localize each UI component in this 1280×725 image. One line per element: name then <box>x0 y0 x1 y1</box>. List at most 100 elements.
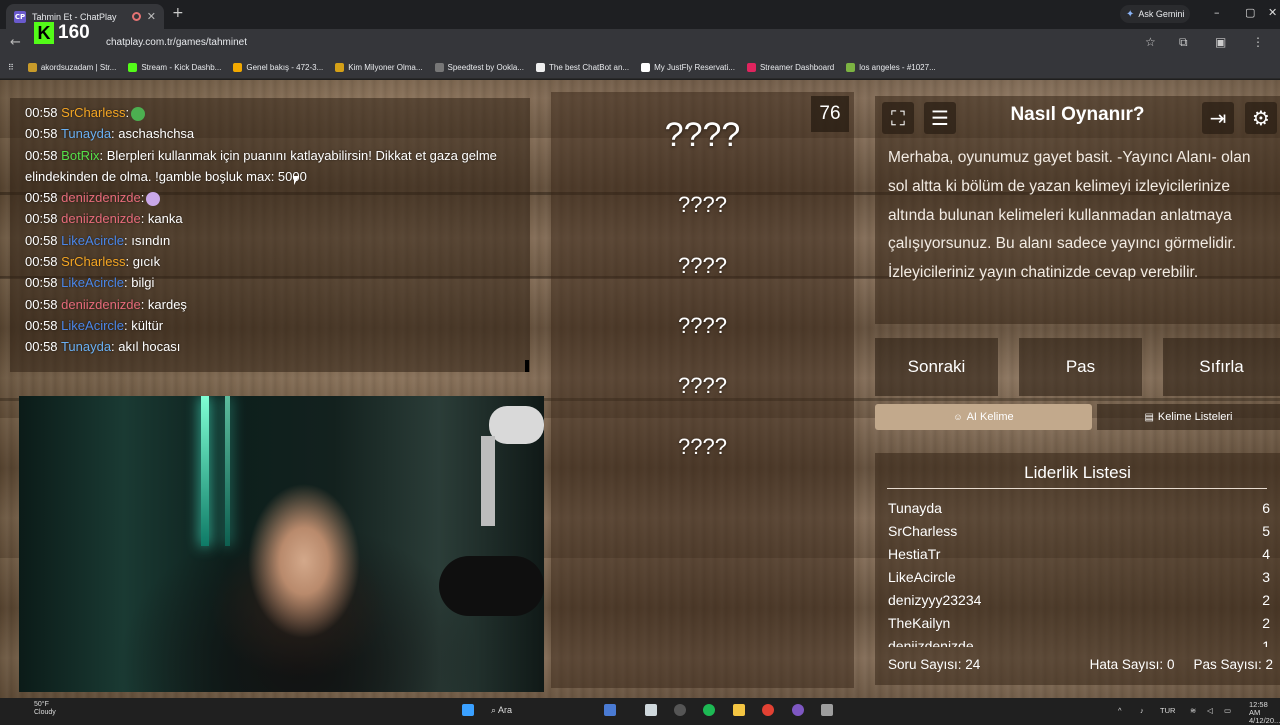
spotify-icon[interactable] <box>703 704 715 716</box>
chat-username[interactable]: deniizdenizde <box>61 211 141 226</box>
chat-username[interactable]: SrCharless <box>61 105 125 120</box>
leaderboard-score: 1 <box>1262 638 1270 647</box>
chat-username[interactable]: LikeAcircle <box>61 233 124 248</box>
live-app-icon[interactable] <box>821 704 833 716</box>
new-tab-button[interactable]: + <box>172 5 184 21</box>
chat-username[interactable]: deniizdenizde <box>61 297 141 312</box>
bookmark-item[interactable]: My JustFly Reservati... <box>641 63 735 72</box>
chat-scrollbar[interactable] <box>525 360 529 372</box>
leaderboard-stats: Soru Sayısı: 24 Hata Sayısı: 0 Pas Sayıs… <box>888 657 1273 672</box>
tab-ai-word-label: AI Kelime <box>966 411 1014 423</box>
weather-widget[interactable]: 50°F Cloudy <box>34 701 56 717</box>
bookmark-item[interactable]: Streamer Dashboard <box>746 63 834 72</box>
exit-icon[interactable]: ⇥ <box>1202 102 1234 134</box>
leaderboard-title: Liderlik Listesi <box>1024 463 1131 482</box>
microphone-icon[interactable]: ♪ <box>1140 706 1144 715</box>
taskbar-search[interactable]: ⌕ Ara <box>491 705 512 716</box>
bookmark-item[interactable]: Kim Milyoner Olma... <box>335 63 423 72</box>
chat-username[interactable]: LikeAcircle <box>61 318 124 333</box>
reset-button[interactable]: Sıfırla <box>1163 338 1280 396</box>
chat-timestamp: 00:58 <box>25 275 58 291</box>
close-window-icon[interactable]: ✕ <box>1268 6 1277 19</box>
tab-ai-word[interactable]: ☺ AI Kelime <box>875 404 1092 430</box>
settings-gear-icon[interactable]: ⚙ <box>1245 102 1277 134</box>
bookmark-item[interactable]: Genel bakış - 472-3... <box>233 63 323 72</box>
tab-word-lists[interactable]: ▤ Kelime Listeleri <box>1097 404 1280 430</box>
bookmark-star-icon[interactable]: ☆ <box>1145 35 1156 49</box>
clock-time: 12:58 AM <box>1249 700 1268 717</box>
minimize-icon[interactable]: – <box>1214 6 1220 19</box>
chat-text: : ısındın <box>124 232 171 248</box>
error-count: Hata Sayısı: 0 <box>1089 657 1175 672</box>
leaderboard-name: LikeAcircle <box>888 569 956 585</box>
windows-start-icon[interactable] <box>462 704 474 716</box>
ask-gemini-label: Ask Gemini <box>1138 9 1185 19</box>
tab-title: Tahmin Et - ChatPlay <box>32 11 117 22</box>
app-icon[interactable] <box>792 704 804 716</box>
volume-icon[interactable]: ◁ <box>1207 706 1213 715</box>
back-icon[interactable]: ← <box>10 35 21 50</box>
chat-message: 00:58 deniizdenizde: kardeş <box>25 294 530 315</box>
menu-kebab-icon[interactable]: ⋮ <box>1252 35 1264 49</box>
chat-username[interactable]: LikeAcircle <box>61 275 124 290</box>
pass-count: Pas Sayısı: 2 <box>1193 657 1273 672</box>
bookmark-item[interactable]: Speedtest by Ookla... <box>434 63 524 72</box>
chat-username[interactable]: BotRix <box>61 148 99 163</box>
chat-message: 00:58 LikeAcircle: ısındın <box>25 230 530 251</box>
kick-viewer-overlay: K 160 <box>34 22 90 44</box>
file-explorer-icon[interactable] <box>733 704 745 716</box>
document-icon[interactable]: ☰ <box>924 102 956 134</box>
bookmark-item[interactable]: The best ChatBot an... <box>536 63 629 72</box>
leaderboard-row: HestiaTr 4 <box>888 543 1270 566</box>
url-field[interactable]: chatplay.com.tr/games/tahminet <box>106 37 247 48</box>
chrome-icon[interactable] <box>762 704 774 716</box>
app-icon[interactable] <box>674 704 686 716</box>
sidepanel-icon[interactable]: ▣ <box>1215 35 1226 49</box>
pass-button[interactable]: Pas <box>1019 338 1142 396</box>
leaderboard-row: deniizdenizde 1 <box>888 635 1270 647</box>
language-indicator[interactable]: TUR <box>1160 706 1175 715</box>
leaderboard-score: 2 <box>1262 592 1270 608</box>
bookmark-item[interactable]: los angeles - #1027... <box>846 63 936 72</box>
bookmark-item[interactable]: akordsuzadam | Str... <box>27 63 116 72</box>
leaderboard-list[interactable]: Tunayda 6 SrCharless 5 HestiaTr 4 LikeAcircle 3… <box>888 497 1270 647</box>
timer-counter: 76 <box>811 96 849 132</box>
chat-message: 00:58 deniizdenizde: <box>25 187 530 208</box>
windows-taskbar: 50°F Cloudy ⌕ Ara ^ ♪ TUR ≋ ◁ ▭ 12:58 AM… <box>0 698 1280 725</box>
ask-gemini-button[interactable]: ✦ Ask Gemini <box>1120 5 1191 23</box>
kick-viewer-count: 160 <box>58 22 90 43</box>
mic-arm <box>489 406 544 444</box>
chat-username[interactable]: Tunayda <box>61 339 111 354</box>
chat-username[interactable]: SrCharless <box>61 254 125 269</box>
maximize-icon[interactable]: ▢ <box>1245 6 1255 19</box>
chat-message: 00:58 deniizdenizde: kanka <box>25 208 530 229</box>
chat-timestamp: 00:58 <box>25 232 58 248</box>
leaderboard-divider <box>887 488 1267 489</box>
wifi-icon[interactable]: ≋ <box>1190 706 1196 715</box>
chat-text: : aschashchsa <box>111 126 195 142</box>
chat-username[interactable]: Tunayda <box>61 126 111 141</box>
bookmark-favicon-icon <box>536 63 546 72</box>
weather-condition: Cloudy <box>34 709 56 716</box>
chat-timestamp: 00:58 <box>25 211 58 227</box>
chat-text: : kültür <box>124 317 164 333</box>
microphone <box>439 556 544 616</box>
forbidden-word: ???? <box>678 192 727 217</box>
chat-username[interactable]: deniizdenizde <box>61 190 141 205</box>
close-tab-icon[interactable]: ✕ <box>147 10 156 23</box>
next-button[interactable]: Sonraki <box>875 338 998 396</box>
leaderboard-name: denizyyy23234 <box>888 592 982 608</box>
apps-grid-icon[interactable]: ⠿ <box>8 63 14 72</box>
chat-text: : kardeş <box>140 296 187 312</box>
battery-icon[interactable]: ▭ <box>1224 706 1231 715</box>
bookmark-favicon-icon <box>27 63 37 72</box>
clock[interactable]: 12:58 AM 4/12/20... <box>1249 701 1280 725</box>
gemini-sparkle-icon: ✦ <box>1126 8 1135 20</box>
chat-separator: : <box>140 190 145 206</box>
bookmark-item[interactable]: Stream - Kick Dashb... <box>128 63 221 72</box>
extensions-icon[interactable]: ⧉ <box>1179 35 1188 50</box>
tray-chevron-icon[interactable]: ^ <box>1118 706 1122 715</box>
fullscreen-icon[interactable]: ⛶ <box>882 102 914 134</box>
app-icon[interactable] <box>604 704 616 716</box>
app-icon[interactable] <box>645 704 657 716</box>
